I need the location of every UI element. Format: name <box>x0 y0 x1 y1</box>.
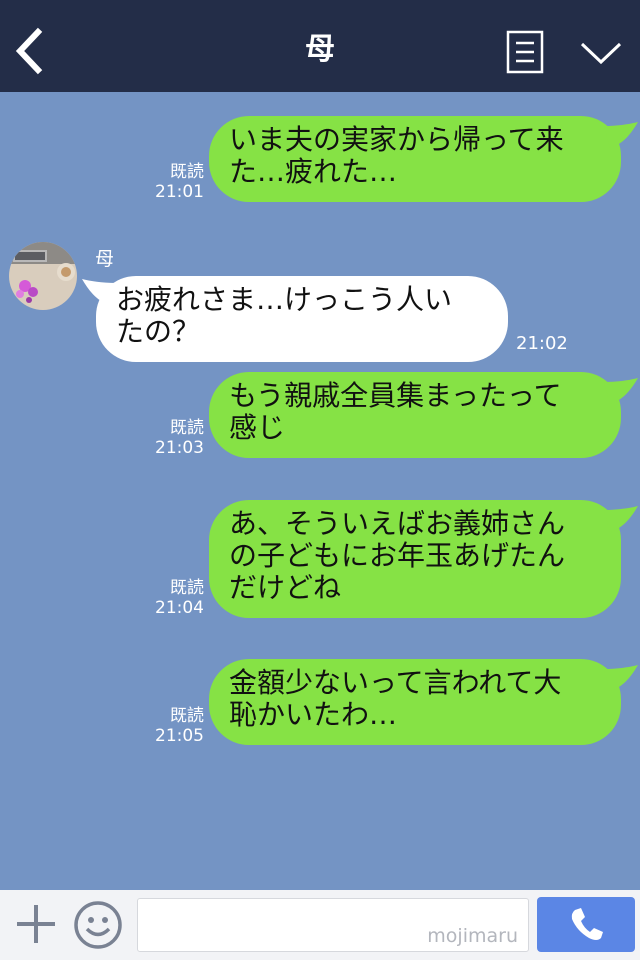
sender-name: 母 <box>95 248 115 270</box>
message-meta: 既読 21:03 <box>150 418 204 458</box>
read-receipt: 既読 <box>170 706 204 726</box>
notes-button[interactable] <box>506 30 544 74</box>
bubble-tail <box>604 122 638 148</box>
back-button[interactable] <box>10 24 54 78</box>
message-line: だけどね <box>229 571 342 604</box>
smiley-icon <box>74 901 122 949</box>
message-input[interactable]: mojimaru <box>137 898 529 952</box>
phone-icon <box>571 908 603 940</box>
message-line: 金額少ないって言われて大 <box>229 666 562 699</box>
chat-area[interactable]: 既読 21:01 いま夫の実家から帰って来 た…疲れた… 母 お疲れさま…けっこ… <box>0 92 640 890</box>
read-receipt: 既読 <box>170 418 204 438</box>
bubble-tail <box>604 665 638 691</box>
avatar-image <box>9 242 77 310</box>
plus-icon <box>17 905 55 943</box>
message-meta: 既読 21:04 <box>150 578 204 618</box>
menu-dropdown-button[interactable] <box>576 32 626 72</box>
message-time: 21:02 <box>516 333 568 354</box>
watermark-text: mojimaru <box>427 925 518 947</box>
message-bubble-sent[interactable]: いま夫の実家から帰って来 た…疲れた… <box>209 116 621 202</box>
read-receipt: 既読 <box>170 578 204 598</box>
call-button[interactable] <box>537 897 635 952</box>
message-bubble-sent[interactable]: もう親戚全員集まったって 感じ <box>209 372 621 458</box>
message-line: いま夫の実家から帰って来 <box>229 123 564 156</box>
message-time: 21:05 <box>155 726 204 746</box>
message-line: の子どもにお年玉あげたん <box>229 539 566 572</box>
message-line: あ、そういえばお義姉さん <box>229 507 566 540</box>
contact-avatar[interactable] <box>9 242 77 310</box>
read-receipt: 既読 <box>170 162 204 182</box>
message-line: たの？ <box>116 315 201 348</box>
message-bubble-received[interactable]: お疲れさま…けっこう人い たの？ <box>96 276 508 362</box>
message-line: もう親戚全員集まったって <box>229 379 562 412</box>
add-attachment-button[interactable] <box>14 902 58 946</box>
chevron-left-icon <box>15 27 43 75</box>
message-meta: 既読 21:01 <box>150 162 204 202</box>
message-time: 21:04 <box>155 598 204 618</box>
message-line: 恥かいたわ… <box>229 698 398 731</box>
message-time: 21:03 <box>155 438 204 458</box>
message-line: お疲れさま…けっこう人い <box>116 283 453 316</box>
chevron-down-icon <box>580 42 622 65</box>
message-bubble-sent[interactable]: あ、そういえばお義姉さん の子どもにお年玉あげたん だけどね <box>209 500 621 618</box>
message-time: 21:01 <box>155 182 204 202</box>
bubble-tail <box>604 506 638 532</box>
chat-header: 母 <box>0 0 640 92</box>
message-meta: 既読 21:05 <box>150 706 204 746</box>
emoji-button[interactable] <box>73 900 123 950</box>
notes-icon <box>506 30 544 74</box>
bubble-tail <box>604 378 638 404</box>
message-line: 感じ <box>229 411 286 444</box>
message-bubble-sent[interactable]: 金額少ないって言われて大 恥かいたわ… <box>209 659 621 745</box>
chat-title: 母 <box>305 32 335 67</box>
input-bar: mojimaru <box>0 890 640 960</box>
message-line: た…疲れた… <box>229 155 398 188</box>
